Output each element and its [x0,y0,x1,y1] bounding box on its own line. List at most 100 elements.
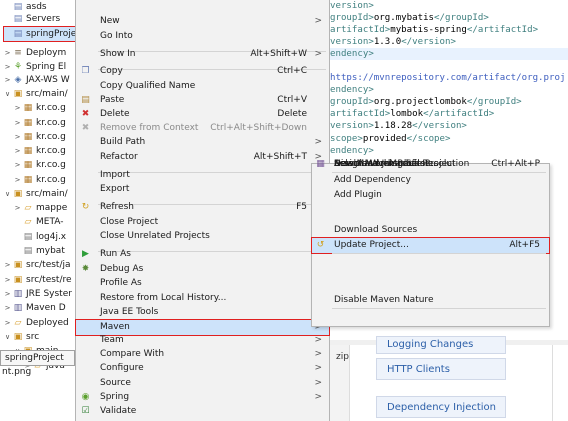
menu-shortcut: Alt+Shift+W [250,49,307,59]
chevron-icon[interactable]: > [4,316,11,330]
tree-item-kr-co-g[interactable]: > ▦ kr.co.g [14,158,66,172]
menu-item-label: Copy Qualified Name [100,81,196,91]
menu-item-profile-as[interactable]: Profile As> [76,276,329,291]
menu-item-new[interactable]: New > [76,14,329,29]
menu-item-paste[interactable]: ▤ Paste Ctrl+V [76,93,329,108]
submenu-item-disable-maven-nature[interactable]: Disable Maven Nature [312,293,549,308]
tree-item-label: META- [36,217,64,227]
chevron-icon[interactable]: > [4,258,11,272]
code-line: endency> [328,48,568,61]
menu-item-close-unrelated-projects[interactable]: Close Unrelated Projects [76,229,329,244]
chevron-icon[interactable]: > [14,130,21,144]
chevron-icon[interactable]: ∨ [4,187,11,201]
menu-item-import[interactable]: Import> [76,168,329,183]
tree-item-deploym[interactable]: > ≡ Deploym [4,46,67,60]
tree-item-src-test-ja[interactable]: > ▣ src/test/ja [4,258,71,272]
chevron-icon[interactable]: ∨ [4,87,11,101]
category-dependency-injection[interactable]: Dependency Injection [376,396,506,418]
tree-item-meta[interactable]: ▱ META- [14,215,64,229]
chevron-icon[interactable]: > [4,287,11,301]
tree-item-src-main[interactable]: ∨ ▣ src/main/ [4,187,68,201]
tree-item-kr-co-g[interactable]: > ▦ kr.co.g [14,144,66,158]
tree-item-label: kr.co.g [36,146,66,156]
menu-shortcut: F5 [296,202,307,212]
code-line: version>1.18.28</version> [328,120,568,132]
submenu-item-update-project[interactable]: ↺ Update Project... Alt+F5 [311,237,550,254]
menu-item-team[interactable]: Team > [76,333,329,348]
tree-item-maven-d[interactable]: > ▥ Maven D [4,301,66,315]
tree-item-spring-el[interactable]: > ⚘ Spring El [4,60,67,74]
tree-item-label: mybat [36,246,65,256]
chevron-icon[interactable]: > [4,60,11,74]
chevron-icon[interactable]: > [14,158,21,172]
submenu-item-assign-working-sets[interactable]: Assign Working Sets... [312,157,549,172]
update-project-icon: ↺ [316,240,325,250]
tree-item-src-main[interactable]: ∨ ▣ src/main/ [4,87,68,101]
validate-icon: ☑ [81,406,90,416]
menu-item-show-in[interactable]: Show In Alt+Shift+W > [76,47,329,62]
tree-item-deployed[interactable]: > ▱ Deployed [4,316,69,330]
tree-node-icon: ▤ [13,2,23,12]
code-open-tag: groupId> [330,13,374,24]
tree-item-kr-co-g[interactable]: > ▦ kr.co.g [14,101,66,115]
category-http-clients[interactable]: HTTP Clients [376,358,506,380]
menu-item-source[interactable]: Source > [76,376,329,391]
code-line: version>1.3.0</version> [328,36,568,48]
tree-item-kr-co-g[interactable]: > ▦ kr.co.g [14,116,66,130]
menu-item-restore-from-local-history[interactable]: Restore from Local History... [76,291,329,306]
menu-item-go-into[interactable]: Go Into [76,29,329,44]
chevron-icon[interactable]: > [4,46,11,60]
menu-item-copy[interactable]: ❐ Copy Ctrl+C [76,64,329,79]
menu-item-java-ee-tools[interactable]: Java EE Tools> [76,305,329,320]
chevron-right-icon: > [314,16,322,26]
menu-item-copy-qualified-name[interactable]: Copy Qualified Name [76,79,329,94]
submenu-item-label: Assign Working Sets... [334,159,434,169]
submenu-item-add-plugin[interactable]: Add Plugin [312,188,549,203]
code-open-tag: endency> [330,49,374,60]
menu-item-label: Spring [100,392,130,402]
chevron-icon[interactable]: > [14,173,21,187]
debug-as-icon: ✸ [81,264,90,274]
tree-item-servers[interactable]: ▤ Servers [4,12,60,26]
menu-item-spring[interactable]: ◉ Spring > [76,390,329,405]
tree-item-kr-co-g[interactable]: > ▦ kr.co.g [14,173,66,187]
submenu-item-label: Add Plugin [334,190,382,200]
menu-item-validate[interactable]: ☑ Validate [76,404,329,419]
submenu-item-download-sources[interactable]: Download Sources [312,223,549,238]
tree-item-mappe[interactable]: > ▱ mappe [14,201,68,215]
menu-item-close-project[interactable]: Close Project [76,215,329,230]
chevron-icon[interactable]: > [4,273,11,287]
submenu-item-label: Disable Maven Nature [334,295,434,305]
menu-item-label: Import [100,170,130,180]
chevron-icon[interactable]: > [14,201,21,215]
chevron-icon[interactable]: > [14,101,21,115]
tree-item-springprojec[interactable]: ▤ springProjec [2,26,83,42]
chevron-icon[interactable]: > [4,73,11,87]
tree-item-src-test-re[interactable]: > ▣ src/test/re [4,273,72,287]
tree-item-log4j-x[interactable]: ▤ log4j.x [14,230,66,244]
chevron-icon[interactable]: > [4,301,11,315]
code-open-tag: endency> [330,85,374,96]
submenu-item-add-dependency[interactable]: Add Dependency [312,173,549,188]
tree-item-mybat[interactable]: ▤ mybat [14,244,65,258]
chevron-icon[interactable]: > [14,116,21,130]
zip-label: zip [336,352,349,362]
menu-item-delete[interactable]: ✖ Delete Delete [76,107,329,122]
menu-item-refactor[interactable]: Refactor Alt+Shift+T > [76,150,329,165]
menu-item-configure[interactable]: Configure > [76,361,329,376]
tree-node-icon: ▣ [13,89,23,99]
menu-item-debug-as[interactable]: ✸Debug As> [76,262,329,277]
menu-item-run-as[interactable]: ▶Run As> [76,247,329,262]
menu-item-compare-with[interactable]: Compare With > [76,347,329,362]
tree-item-jre-syster[interactable]: > ▥ JRE Syster [4,287,72,301]
tree-item-label: src/test/re [26,275,72,285]
tree-item-kr-co-g[interactable]: > ▦ kr.co.g [14,130,66,144]
menu-item-build-path[interactable]: Build Path > [76,135,329,150]
chevron-icon[interactable]: ∨ [4,330,11,344]
menu-item-refresh[interactable]: ↻ Refresh F5 [76,200,329,215]
menu-item-export[interactable]: Export> [76,182,329,197]
tree-item-src[interactable]: ∨ ▣ src [4,330,39,344]
chevron-icon[interactable]: > [14,144,21,158]
tree-item-jax-ws-w[interactable]: > ◈ JAX-WS W [4,73,70,87]
tree-node-icon: ▣ [13,260,23,270]
